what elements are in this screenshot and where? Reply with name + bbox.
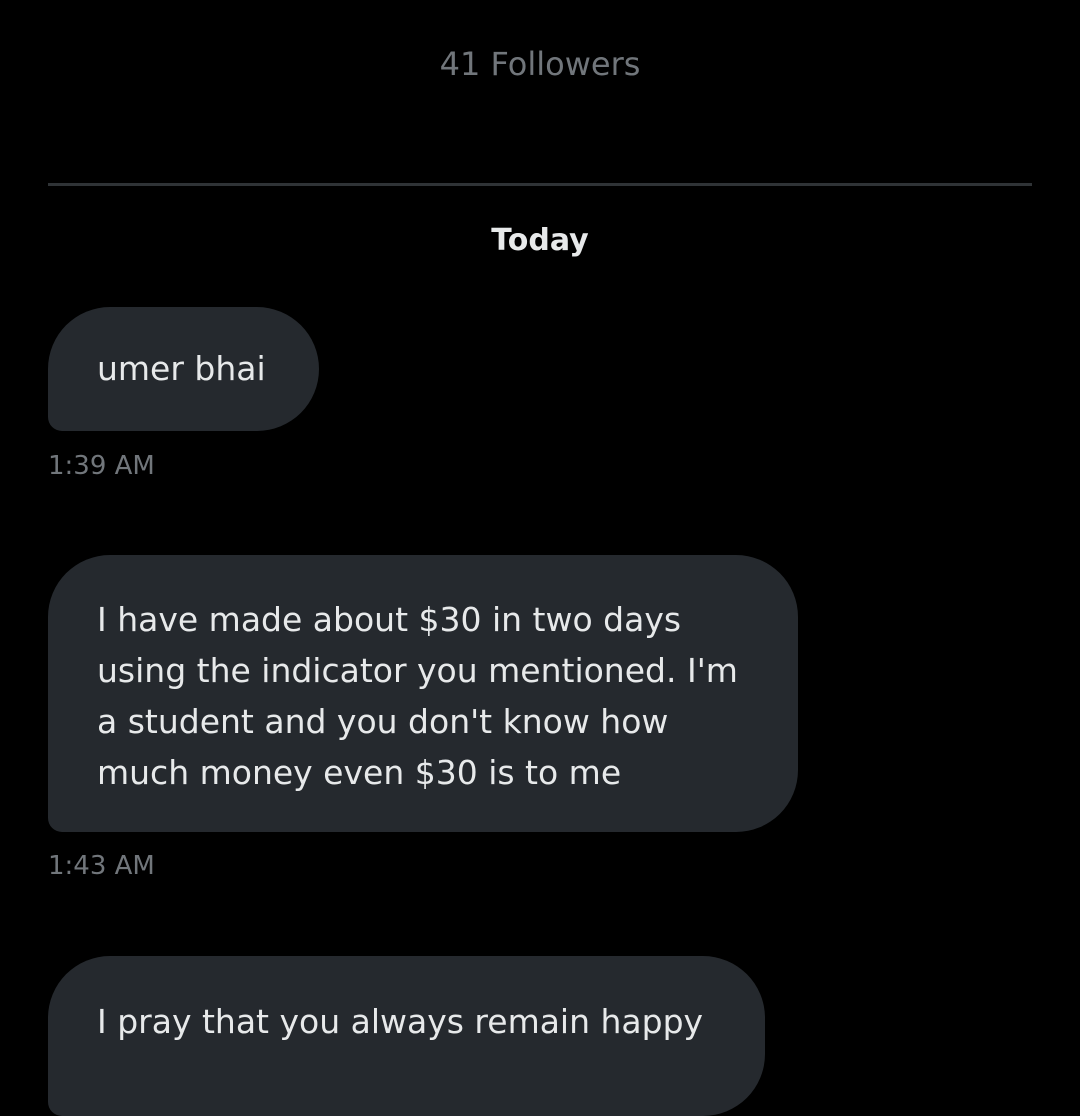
followers-count[interactable]: 41 Followers: [0, 45, 1080, 83]
message-bubble[interactable]: I pray that you always remain happy: [48, 956, 765, 1116]
header-divider: [48, 183, 1032, 186]
message-timestamp: 1:43 AM: [48, 851, 155, 881]
message-timestamp: 1:39 AM: [48, 451, 155, 481]
message-bubble[interactable]: umer bhai: [48, 307, 319, 431]
date-separator: Today: [491, 223, 589, 258]
message-bubble[interactable]: I have made about $30 in two days using …: [48, 555, 798, 832]
